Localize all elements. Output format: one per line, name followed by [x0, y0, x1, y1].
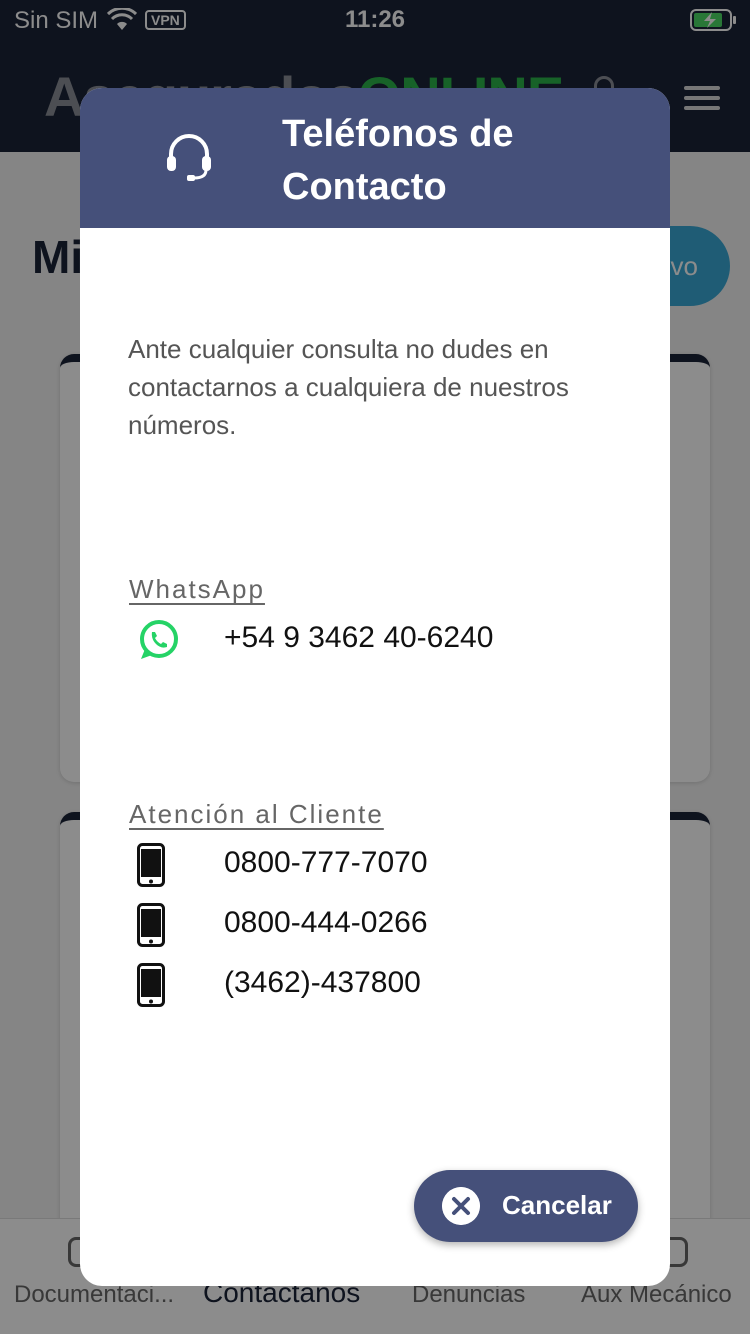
whatsapp-section-title: WhatsApp: [129, 574, 265, 604]
cancel-button[interactable]: Cancelar: [414, 1170, 638, 1242]
contact-phones-modal: Teléfonos de Contacto Ante cualquier con…: [80, 88, 670, 1286]
intro-text: Ante cualquier consulta no dudes en cont…: [128, 334, 569, 440]
mobile-phone-icon: [137, 843, 165, 887]
mobile-phone-icon: [137, 903, 165, 947]
modal-title: Teléfonos de Contacto: [282, 113, 514, 208]
headset-icon: [167, 134, 211, 181]
whatsapp-number[interactable]: +54 9 3462 40-6240: [224, 621, 493, 655]
modal-header: Teléfonos de Contacto: [80, 88, 670, 228]
customer-service-section-title: Atención al Cliente: [129, 799, 384, 829]
customer-service-number[interactable]: (3462)-437800: [224, 966, 421, 1000]
customer-service-number[interactable]: 0800-777-7070: [224, 846, 428, 880]
whatsapp-icon[interactable]: [138, 619, 180, 661]
mobile-phone-icon: [137, 963, 165, 1007]
cancel-label: Cancelar: [502, 1190, 612, 1220]
close-icon: [442, 1187, 480, 1225]
customer-service-number[interactable]: 0800-444-0266: [224, 906, 428, 940]
